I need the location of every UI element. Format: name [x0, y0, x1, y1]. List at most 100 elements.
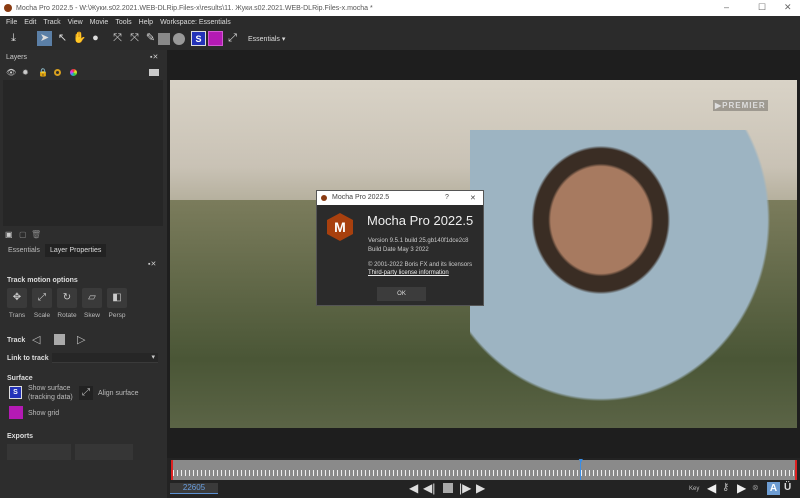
- next-key-button[interactable]: ▶: [737, 481, 746, 495]
- grid-icon[interactable]: [208, 31, 223, 46]
- frame-number-input[interactable]: 22605: [170, 483, 218, 494]
- persp-button[interactable]: ◧: [107, 288, 127, 308]
- license-link[interactable]: Third-party license information: [368, 270, 449, 276]
- workspace-label: Essentials: [248, 36, 280, 43]
- build-date-text: Build Date May 3 2022: [368, 247, 429, 253]
- select-tool-icon[interactable]: ➤: [37, 31, 52, 46]
- play-forward-button[interactable]: |▶: [459, 481, 471, 495]
- show-grid-icon[interactable]: [9, 406, 23, 419]
- delete-all-keys-icon[interactable]: ⊗: [752, 483, 759, 492]
- layers-list[interactable]: [3, 80, 163, 226]
- bezier-tool-icon[interactable]: ⤧: [127, 31, 142, 46]
- scale-button[interactable]: ⤢: [32, 288, 52, 308]
- tab-layer-properties[interactable]: Layer Properties: [45, 244, 107, 257]
- title-bar: Mocha Pro 2022.5 - W:\Жуки.s02.2021.WEB-…: [0, 0, 800, 16]
- help-button[interactable]: ?: [445, 194, 449, 201]
- export-shape-data-button[interactable]: [75, 444, 133, 460]
- mocha-logo-icon: M: [327, 213, 353, 241]
- skew-button[interactable]: ▱: [82, 288, 102, 308]
- show-surface-icon[interactable]: S: [9, 386, 22, 399]
- surface-heading: Surface: [7, 375, 33, 382]
- menu-view[interactable]: View: [68, 19, 83, 26]
- layer-menu-icon[interactable]: [149, 69, 159, 76]
- workspace-dropdown[interactable]: Essentials ▾: [248, 35, 285, 43]
- xspline-tool-icon[interactable]: ⤧: [110, 31, 125, 46]
- ok-button[interactable]: OK: [377, 287, 426, 301]
- brush-tool-icon[interactable]: ✎: [143, 31, 158, 46]
- visibility-icon[interactable]: 👁: [6, 68, 16, 77]
- zoom-tool-icon[interactable]: ●: [88, 31, 103, 46]
- show-grid-label[interactable]: Show grid: [28, 410, 59, 417]
- menu-tools[interactable]: Tools: [115, 19, 131, 26]
- persp-label: Persp: [108, 312, 126, 319]
- align-surface-icon[interactable]: ⤢: [225, 31, 240, 46]
- show-surface-label[interactable]: Show surface: [28, 385, 70, 392]
- lock-icon[interactable]: 🔒: [38, 68, 48, 77]
- ellipse-tool-icon[interactable]: [173, 33, 185, 45]
- menu-track[interactable]: Track: [43, 19, 60, 26]
- menu-file[interactable]: File: [6, 19, 17, 26]
- export-icon[interactable]: ⤓: [6, 31, 21, 46]
- dialog-logo-icon: [321, 195, 327, 201]
- frame-ticks: [173, 470, 795, 476]
- dialog-title: Mocha Pro 2022.5: [332, 194, 390, 201]
- link-to-track-dropdown[interactable]: ▾: [52, 353, 158, 363]
- panel-float-close-icon[interactable]: ▪✕: [150, 53, 158, 61]
- duplicate-icon[interactable]: ▢: [19, 230, 27, 239]
- export-tracking-data-button[interactable]: [7, 444, 71, 460]
- track-label: Track: [7, 337, 26, 344]
- app-logo-icon: [4, 4, 12, 12]
- add-point-tool-icon[interactable]: ↖: [55, 31, 70, 46]
- exports-heading: Exports: [7, 433, 34, 440]
- track-motion-heading: Track motion options: [7, 277, 78, 284]
- new-folder-icon[interactable]: ▣: [5, 230, 13, 239]
- timeline: ▼ 22605 ◀ ◀| |▶ ▶ Key ◀ ⚷ ▶ ⊗ A Ü: [167, 458, 800, 498]
- window-title: Mocha Pro 2022.5 - W:\Жуки.s02.2021.WEB-…: [16, 4, 373, 12]
- copyright-text: © 2001-2022 Boris FX and its licensors: [368, 262, 473, 268]
- matte-color-icon[interactable]: [70, 69, 77, 76]
- next-frame-button[interactable]: ▶: [476, 481, 485, 495]
- play-backward-button[interactable]: ◀|: [423, 481, 435, 495]
- rotate-button[interactable]: ↻: [57, 288, 77, 308]
- tab-essentials[interactable]: Essentials: [8, 247, 40, 254]
- align-surface-label[interactable]: Align surface: [98, 390, 138, 397]
- about-dialog: Mocha Pro 2022.5 ? ✕ M Mocha Pro 2022.5 …: [316, 190, 484, 306]
- stop-button[interactable]: [443, 483, 453, 493]
- trans-button[interactable]: ✥: [7, 288, 27, 308]
- key-label: Key: [689, 486, 700, 492]
- dialog-close-button[interactable]: ✕: [470, 194, 476, 202]
- premier-watermark: ▶PREMIER: [713, 100, 768, 111]
- stop-track-icon[interactable]: [54, 334, 65, 345]
- timeline-scrubber[interactable]: ▼: [171, 458, 797, 480]
- hand-tool-icon[interactable]: ✋: [72, 31, 87, 46]
- prev-frame-button[interactable]: ◀: [409, 481, 418, 495]
- autokey-toggle[interactable]: A: [767, 482, 780, 495]
- trash-icon[interactable]: 🗑: [31, 230, 41, 239]
- track-forward-icon[interactable]: ▷: [77, 333, 85, 346]
- menu-bar: File Edit Track View Movie Tools Help Wo…: [0, 16, 800, 28]
- rect-tool-icon[interactable]: [158, 33, 170, 45]
- menu-movie[interactable]: Movie: [90, 19, 109, 26]
- align-surface-icon[interactable]: ⤢: [79, 386, 93, 400]
- maximize-button[interactable]: ☐: [758, 2, 766, 13]
- toolbar: ⤓ ➤ ↖ ✋ ● ⤧ ⤧ ✎ S ⤢ Essentials ▾: [0, 28, 800, 50]
- add-key-icon[interactable]: ⚷: [722, 482, 729, 493]
- playhead[interactable]: ▼: [577, 458, 584, 480]
- gear-icon[interactable]: ✹: [22, 68, 29, 77]
- person: [470, 130, 797, 428]
- track-backward-icon[interactable]: ◁: [32, 333, 40, 346]
- close-button[interactable]: ✕: [784, 2, 792, 13]
- color-ring-icon[interactable]: [54, 69, 61, 76]
- menu-help[interactable]: Help: [139, 19, 153, 26]
- menu-workspace[interactable]: Workspace: Essentials: [160, 19, 231, 26]
- product-name: Mocha Pro 2022.5: [367, 213, 474, 228]
- update-toggle[interactable]: Ü: [784, 482, 791, 493]
- minimize-button[interactable]: –: [724, 2, 729, 12]
- menu-edit[interactable]: Edit: [24, 19, 36, 26]
- prev-key-button[interactable]: ◀: [707, 481, 716, 495]
- surface-icon[interactable]: S: [191, 31, 206, 46]
- props-float-close-icon[interactable]: ▪✕: [148, 260, 156, 268]
- left-panel: Layers ▪✕ 👁 ✹ 🔒 ▣ ▢ 🗑 Essentials Layer P…: [0, 50, 167, 498]
- layers-title: Layers: [6, 54, 28, 61]
- dialog-title-bar: Mocha Pro 2022.5 ? ✕: [317, 191, 483, 205]
